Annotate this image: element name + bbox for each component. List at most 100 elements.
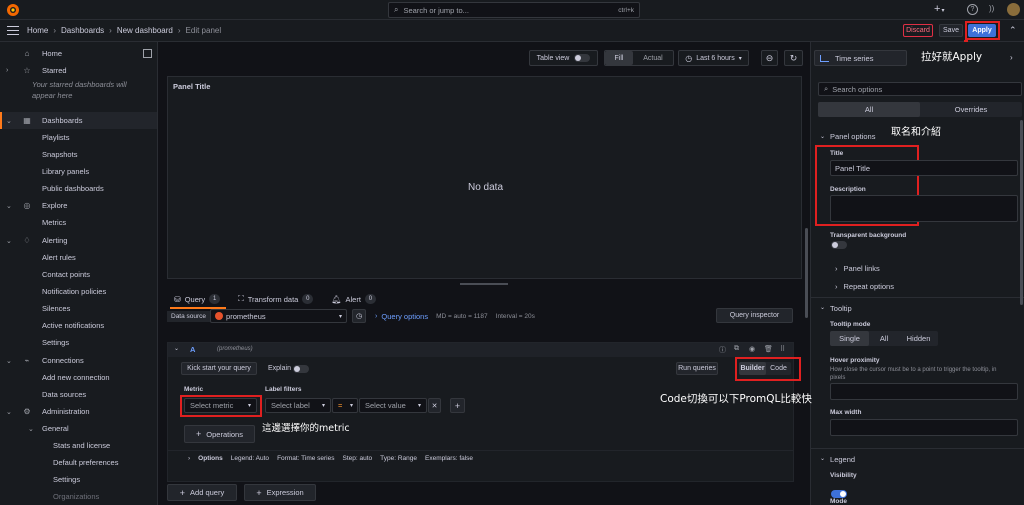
sidebar-item-playlists[interactable]: Playlists <box>0 129 157 146</box>
sidebar-item-alert-rules[interactable]: Alert rules <box>0 249 157 266</box>
tooltip-mode-single[interactable]: Single <box>830 331 869 346</box>
tab-alert[interactable]: 🔔︎ Alert 0 <box>331 294 376 304</box>
panel-options-header[interactable]: ⌄ Panel options <box>820 132 875 141</box>
panel-links-row[interactable]: › Panel links <box>835 264 880 273</box>
add-query-button[interactable]: + Add query <box>167 484 237 501</box>
chevron-down-icon[interactable]: ⌄ <box>174 345 179 352</box>
save-button[interactable]: Save <box>939 24 963 37</box>
chevron-down-icon[interactable]: ⌄ <box>6 357 12 365</box>
options-row[interactable]: › Options Legend: Auto Format: Time seri… <box>168 450 793 466</box>
description-textarea[interactable] <box>830 195 1018 222</box>
add-filter-button[interactable]: + <box>450 398 465 413</box>
chevron-down-icon[interactable]: ⌄ <box>6 237 12 245</box>
repeat-options-row[interactable]: › Repeat options <box>835 282 894 291</box>
tooltip-header[interactable]: ⌄ Tooltip <box>820 304 852 313</box>
main-scrollbar[interactable] <box>805 228 808 318</box>
sidebar-item-contact-points[interactable]: Contact points <box>0 266 157 283</box>
new-plus-menu[interactable]: +▾ <box>934 3 944 15</box>
operations-button[interactable]: + Operations <box>184 425 255 443</box>
actual-button[interactable]: Actual <box>633 51 673 65</box>
label-select[interactable]: Select label ▾ <box>265 398 331 413</box>
sidebar-item-public-dashboards[interactable]: Public dashboards <box>0 180 157 197</box>
sidebar-item-notification-policies[interactable]: Notification policies <box>0 283 157 300</box>
tooltip-mode-all[interactable]: All <box>869 331 899 346</box>
table-view-switch[interactable] <box>574 54 591 62</box>
visibility-toggle[interactable] <box>831 490 847 498</box>
collapse-chevron-icon[interactable]: ⌃ <box>1009 25 1017 36</box>
sidebar-item-home[interactable]: ⌂ Home <box>0 45 157 62</box>
explain-toggle[interactable] <box>293 365 309 373</box>
title-input[interactable]: Panel Title <box>830 160 1018 176</box>
sidebar-item-metrics[interactable]: Metrics <box>0 214 157 231</box>
query-history-button[interactable]: ◷ <box>352 309 367 323</box>
search-bar[interactable]: ⌕ Search or jump to... ctrl+k <box>388 2 640 18</box>
run-queries-button[interactable]: Run queries <box>676 362 718 375</box>
avatar[interactable] <box>1007 3 1020 16</box>
drag-handle-icon[interactable]: ⠿ <box>780 345 785 353</box>
operator-select[interactable]: = ▾ <box>332 398 358 413</box>
metric-select[interactable]: Select metric ▾ <box>184 398 257 413</box>
sidebar-item-explore[interactable]: ⌄ ◎ Explore <box>0 197 157 214</box>
query-ref-id[interactable]: A <box>190 345 195 354</box>
chevron-down-icon[interactable]: ⌄ <box>6 117 12 125</box>
sidebar-item-default-preferences[interactable]: Default preferences <box>0 454 157 471</box>
help-icon[interactable]: ? <box>967 4 978 15</box>
sidebar-item-admin-settings[interactable]: Settings <box>0 471 157 488</box>
sidebar-item-alert-settings[interactable]: Settings <box>0 334 157 351</box>
sidebar-item-silences[interactable]: Silences <box>0 300 157 317</box>
data-source-picker[interactable]: prometheus ▾ <box>210 309 348 323</box>
table-view-toggle[interactable]: Table view <box>529 50 598 66</box>
discard-button[interactable]: Discard <box>903 24 933 37</box>
value-select[interactable]: Select value ▾ <box>359 398 427 413</box>
sidebar-item-library-panels[interactable]: Library panels <box>0 163 157 180</box>
tab-transform[interactable]: ⛶ Transform data 0 <box>238 294 314 304</box>
tab-query[interactable]: ⛁ Query 1 <box>174 294 221 304</box>
breadcrumb-dashboards[interactable]: Dashboards <box>61 26 104 35</box>
chevron-down-icon[interactable]: ⌄ <box>28 425 34 433</box>
zoom-out-button[interactable]: ⊖ <box>761 50 778 66</box>
remove-filter-button[interactable]: ✕ <box>428 398 441 413</box>
time-picker[interactable]: ◷ Last 6 hours ▾ <box>678 50 749 66</box>
legend-header[interactable]: ⌄ Legend <box>820 455 855 464</box>
viz-picker[interactable]: Time series <box>814 50 907 66</box>
chevron-down-icon[interactable]: ⌄ <box>6 408 12 416</box>
viz-picker-chevron[interactable]: › <box>1010 53 1013 62</box>
sidebar-item-general[interactable]: ⌄ General <box>0 420 157 437</box>
grafana-logo[interactable] <box>6 3 20 17</box>
fill-button[interactable]: Fill <box>605 51 633 65</box>
kick-start-button[interactable]: Kick start your query <box>181 362 257 375</box>
sidebar-item-stats-license[interactable]: Stats and license <box>0 437 157 454</box>
breadcrumb-home[interactable]: Home <box>27 26 48 35</box>
trash-icon[interactable]: 🗑︎ <box>764 345 773 353</box>
rss-icon[interactable]: )) <box>989 4 994 13</box>
sidebar-item-alerting[interactable]: ⌄ ♢ Alerting <box>0 232 157 249</box>
sidebar-item-snapshots[interactable]: Snapshots <box>0 146 157 163</box>
sidebar-item-add-connection[interactable]: Add new connection <box>0 369 157 386</box>
sidebar-item-dashboards[interactable]: ⌄ ▦ Dashboards <box>0 112 157 129</box>
eye-icon[interactable]: ◉ <box>749 345 755 353</box>
sidebar-item-data-sources[interactable]: Data sources <box>0 386 157 403</box>
builder-button[interactable]: Builder <box>739 362 766 375</box>
sidebar-item-organizations[interactable]: Organizations <box>0 488 157 505</box>
sidebar-item-connections[interactable]: ⌄ ⌁ Connections <box>0 352 157 369</box>
hover-proximity-input[interactable] <box>830 383 1018 400</box>
sidebar-item-administration[interactable]: ⌄ ⚙ Administration <box>0 403 157 420</box>
sidebar-item-active-notifications[interactable]: Active notifications <box>0 317 157 334</box>
query-options-link[interactable]: Query options <box>381 312 428 321</box>
tab-overrides[interactable]: Overrides <box>920 102 1022 117</box>
help-icon[interactable]: ⓘ <box>719 345 726 355</box>
panel-preview[interactable]: Panel Title No data <box>167 76 802 279</box>
duplicate-icon[interactable]: ⧉ <box>734 345 739 353</box>
chevron-right-icon[interactable]: › <box>6 67 8 74</box>
breadcrumb-new-dashboard[interactable]: New dashboard <box>117 26 173 35</box>
query-inspector-button[interactable]: Query inspector <box>716 308 793 323</box>
splitter-handle[interactable] <box>460 283 508 285</box>
tooltip-mode-hidden[interactable]: Hidden <box>899 331 938 346</box>
query-row-header[interactable]: ⌄ A (prometheus) ⓘ ⧉ ◉ 🗑︎ ⠿ <box>168 343 793 357</box>
refresh-button[interactable]: ↻ <box>784 50 803 66</box>
tab-all[interactable]: All <box>818 102 920 117</box>
max-width-input[interactable] <box>830 419 1018 436</box>
transparent-bg-toggle[interactable] <box>831 241 847 249</box>
menu-icon[interactable] <box>7 26 19 35</box>
chevron-down-icon[interactable]: ⌄ <box>6 202 12 210</box>
